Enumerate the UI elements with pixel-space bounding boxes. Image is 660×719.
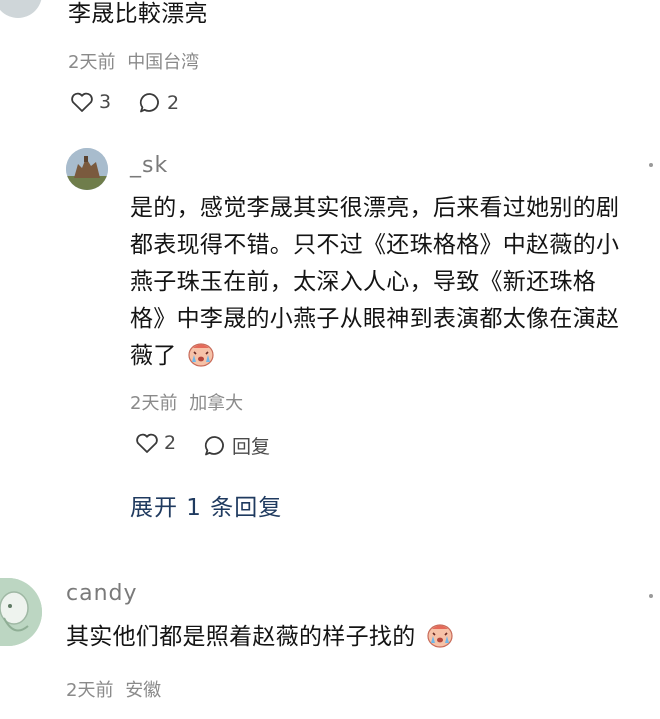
reply-text: 是的，感觉李晟其实很漂亮，后来看过她别的剧 都表现得不错。只不过《还珠格格》中赵… xyxy=(130,190,619,375)
comment-location: 中国台湾 xyxy=(127,52,200,73)
like-count: 3 xyxy=(99,91,112,113)
reply-button[interactable]: 回复 xyxy=(203,432,270,459)
avatar-image xyxy=(0,578,42,646)
more-options-icon[interactable] xyxy=(649,594,653,598)
reply-text-line: 薇了 xyxy=(130,343,177,369)
comment-location: 安徽 xyxy=(125,680,162,701)
expand-replies-button[interactable]: 展开 1 条回复 xyxy=(130,488,282,522)
crying-face-icon xyxy=(427,624,453,648)
like-button[interactable]: 3 xyxy=(70,91,111,113)
username[interactable]: candy xyxy=(66,581,138,606)
avatar-castle-image xyxy=(66,148,108,190)
reply-text-line: 是的，感觉李晟其实很漂亮，后来看过她别的剧 xyxy=(130,195,620,221)
comment-time: 2天前 xyxy=(68,52,116,73)
crying-face-icon xyxy=(188,343,214,367)
reply-label: 回复 xyxy=(232,436,271,458)
comment-meta: 2天前 中国台湾 xyxy=(68,48,199,74)
like-count: 2 xyxy=(164,432,177,454)
heart-icon xyxy=(71,92,93,112)
avatar[interactable] xyxy=(0,578,42,646)
username[interactable]: _sk xyxy=(130,153,168,178)
reply-text-line: 格》中李晟的小燕子从眼神到表演都太像在演赵 xyxy=(130,306,620,332)
more-options-icon[interactable] xyxy=(649,163,653,167)
reply-meta: 2天前 加拿大 xyxy=(130,389,243,415)
avatar[interactable] xyxy=(0,0,42,18)
like-button[interactable]: 2 xyxy=(135,432,176,454)
avatar[interactable] xyxy=(66,148,108,190)
reply-time: 2天前 xyxy=(130,393,178,414)
reply-count: 2 xyxy=(167,92,180,114)
reply-text-line: 燕子珠玉在前，太深入人心，导致《新还珠格 xyxy=(130,269,596,295)
reply-location: 加拿大 xyxy=(189,393,244,414)
reply-text-line: 都表现得不错。只不过《还珠格格》中赵薇的小 xyxy=(130,232,620,258)
comment-text: 其实他们都是照着赵薇的样子找的 xyxy=(66,619,455,656)
reply-text-last-line: 薇了 xyxy=(130,338,619,375)
comment-time: 2天前 xyxy=(66,680,114,701)
comment-text-content: 其实他们都是照着赵薇的样子找的 xyxy=(66,624,416,650)
comment-bubble-icon xyxy=(204,435,224,455)
heart-icon xyxy=(136,433,158,453)
comment-text: 李晟比較漂亮 xyxy=(68,1,208,27)
reply-button[interactable]: 2 xyxy=(138,91,179,115)
comment-meta: 2天前 安徽 xyxy=(66,676,161,702)
comment-bubble-icon xyxy=(139,93,159,113)
